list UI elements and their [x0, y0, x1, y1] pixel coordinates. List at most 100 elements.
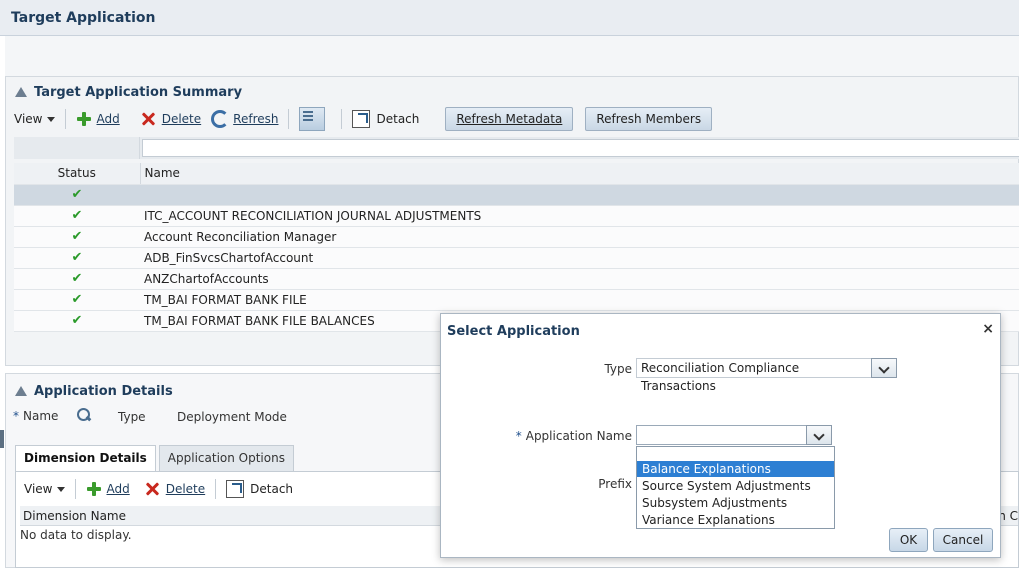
tab-dimension-details[interactable]: Dimension Details — [15, 445, 156, 471]
dimension-toolbar: View Add Delete Detach — [24, 477, 303, 501]
name-cell: ANZChartofAccounts — [140, 268, 1019, 290]
status-cell: ✔ — [14, 205, 140, 227]
dimension-name-column-header[interactable]: Dimension Name — [23, 509, 126, 523]
check-icon: ✔ — [71, 313, 83, 328]
toolbar-separator — [75, 479, 77, 499]
dropdown-option[interactable]: Subsystem Adjustments — [637, 495, 834, 511]
detach-icon — [226, 480, 245, 498]
page-title: Target Application — [11, 10, 156, 26]
delete-dimension-button[interactable]: Delete — [144, 481, 205, 497]
summary-panel-title: Target Application Summary — [34, 85, 243, 100]
left-splitter-handle[interactable] — [0, 430, 4, 448]
details-panel-title: Application Details — [34, 384, 173, 399]
type-label: Type — [118, 410, 146, 424]
check-icon: ✔ — [71, 229, 83, 244]
application-name-select[interactable] — [636, 425, 807, 445]
view-label: View — [14, 112, 43, 126]
add-icon — [76, 111, 92, 127]
name-label-text: Name — [23, 409, 59, 423]
check-icon: ✔ — [71, 271, 83, 286]
add-icon — [86, 481, 102, 497]
name-cell: Account Reconciliation Manager — [140, 226, 1019, 248]
table-row[interactable]: ✔ ANZChartofAccounts — [14, 268, 1019, 290]
table-row[interactable]: ✔ — [14, 184, 1019, 206]
application-name-label-text: Application Name — [525, 429, 632, 443]
prefix-label: Prefix — [598, 477, 632, 491]
delete-icon — [140, 111, 156, 127]
details-tabs: Dimension Details Application Options — [15, 445, 297, 471]
detach-label: Detach — [250, 482, 294, 496]
type-field-label: Type — [604, 362, 632, 376]
status-cell: ✔ — [14, 289, 140, 311]
status-cell: ✔ — [14, 226, 140, 248]
type-select[interactable]: Reconciliation Compliance Transactions — [636, 358, 872, 393]
delete-button[interactable]: Delete — [140, 111, 201, 127]
search-icon[interactable] — [76, 407, 92, 423]
chevron-down-icon — [47, 116, 56, 122]
view-label: View — [24, 482, 53, 496]
application-name-label: * Application Name — [500, 429, 632, 443]
chevron-down-icon[interactable] — [806, 425, 832, 445]
detach-button[interactable]: Detach — [226, 480, 293, 498]
filter-row — [14, 137, 1019, 159]
close-icon[interactable]: × — [982, 321, 994, 337]
name-cell: TM_BAI FORMAT BANK FILE — [140, 289, 1019, 311]
status-filter[interactable] — [14, 137, 140, 159]
check-icon: ✔ — [71, 208, 83, 223]
toolbar-separator — [341, 109, 343, 129]
page-header: Target Application — [0, 0, 1019, 36]
detach-label: Detach — [376, 112, 420, 126]
dropdown-option[interactable]: Variance Explanations — [637, 512, 834, 528]
status-cell: ✔ — [14, 310, 140, 332]
dropdown-option[interactable]: Source System Adjustments — [637, 478, 834, 494]
name-filter-input[interactable] — [142, 139, 1019, 157]
status-cell: ✔ — [14, 184, 140, 206]
toolbar-separator — [215, 479, 217, 499]
ok-button[interactable]: OK — [889, 528, 928, 552]
deployment-mode-label: Deployment Mode — [177, 410, 287, 424]
refresh-label: Refresh — [233, 112, 279, 126]
summary-toolbar: View Add Delete Refresh Detach Refresh M… — [14, 107, 724, 131]
name-column-header[interactable]: Name — [140, 163, 1019, 185]
partial-column-header[interactable]: n C — [998, 509, 1018, 523]
table-row[interactable]: ✔ TM_BAI FORMAT BANK FILE — [14, 289, 1019, 311]
collapse-triangle-icon[interactable] — [15, 87, 27, 97]
detach-button[interactable]: Detach — [352, 110, 419, 128]
add-dimension-button[interactable]: Add — [86, 481, 130, 497]
dropdown-option[interactable]: Balance Explanations — [637, 461, 834, 477]
application-name-dropdown: Balance Explanations Source System Adjus… — [636, 446, 835, 529]
chevron-down-icon — [57, 486, 66, 492]
name-cell: ADB_FinSvcsChartofAccount — [140, 247, 1019, 269]
table-row[interactable]: ✔ ITC_ACCOUNT RECONCILIATION JOURNAL ADJ… — [14, 205, 1019, 227]
view-menu[interactable]: View — [14, 112, 56, 126]
delete-icon — [144, 481, 160, 497]
export-icon — [299, 107, 326, 131]
dialog-title: Select Application — [447, 324, 580, 339]
chevron-down-icon[interactable] — [871, 358, 897, 378]
detach-icon — [352, 110, 371, 128]
name-cell — [140, 184, 1019, 206]
add-button[interactable]: Add — [76, 111, 120, 127]
status-cell: ✔ — [14, 268, 140, 290]
cancel-button[interactable]: Cancel — [933, 528, 993, 552]
status-column-header[interactable]: Status — [14, 163, 141, 185]
delete-label: Delete — [165, 482, 206, 496]
check-icon: ✔ — [71, 292, 83, 307]
refresh-icon — [211, 110, 230, 128]
export-button[interactable] — [299, 107, 331, 131]
page-subheader — [5, 36, 1019, 76]
table-header-row: Status Name — [14, 163, 1019, 185]
name-cell: ITC_ACCOUNT RECONCILIATION JOURNAL ADJUS… — [140, 205, 1019, 227]
toolbar-separator — [288, 109, 290, 129]
refresh-members-button[interactable]: Refresh Members — [585, 107, 713, 131]
add-label: Add — [96, 112, 120, 126]
table-row[interactable]: ✔ Account Reconciliation Manager — [14, 226, 1019, 248]
collapse-triangle-icon[interactable] — [15, 386, 27, 396]
tab-application-options[interactable]: Application Options — [158, 445, 294, 471]
toolbar-separator — [65, 109, 67, 129]
refresh-button[interactable]: Refresh — [211, 110, 278, 128]
table-row[interactable]: ✔ ADB_FinSvcsChartofAccount — [14, 247, 1019, 269]
refresh-metadata-button[interactable]: Refresh Metadata — [445, 107, 574, 131]
view-menu[interactable]: View — [24, 482, 66, 496]
check-icon: ✔ — [71, 250, 83, 265]
